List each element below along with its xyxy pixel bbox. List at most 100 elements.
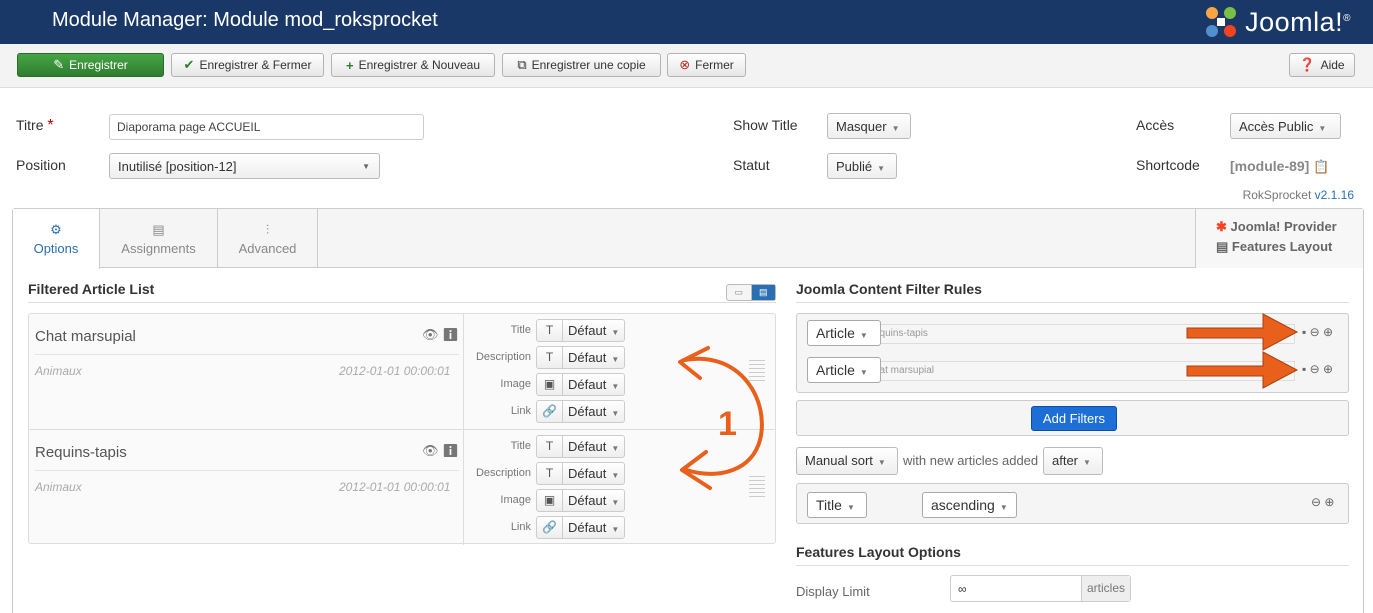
caret-icon: ▼: [846, 503, 855, 512]
close-button[interactable]: ⊗ Fermer: [667, 53, 746, 77]
description-display-select[interactable]: T Défaut ▼: [536, 462, 626, 485]
caret-icon: ▼: [859, 331, 868, 340]
filter-rules-heading: Joomla Content Filter Rules: [796, 281, 982, 297]
filter-row-actions: ▪ ⊖ ⊕: [1302, 325, 1333, 339]
access-select[interactable]: Accès Public ▼: [1230, 113, 1341, 139]
shortcode-label: Shortcode: [1136, 157, 1200, 173]
divider: [28, 302, 776, 303]
joomla-small-icon: ✱: [1216, 219, 1227, 234]
sort-select[interactable]: Manual sort ▼: [796, 447, 898, 475]
status-select[interactable]: Publié ▼: [827, 153, 897, 179]
save-new-button[interactable]: + Enregistrer & Nouveau: [331, 53, 495, 77]
caret-icon: ▼: [877, 164, 886, 173]
title-input[interactable]: Diaporama page ACCUEIL: [109, 114, 424, 140]
save-button[interactable]: ✎ Enregistrer: [17, 53, 164, 77]
info-icon[interactable]: ℹ: [442, 327, 459, 342]
article-list-heading: Filtered Article List: [28, 281, 155, 297]
prop-label: Description: [475, 351, 531, 363]
divider: [35, 354, 459, 355]
tab-advanced[interactable]: ⫶ Advanced: [218, 209, 318, 268]
add-filters-button[interactable]: Add Filters: [1031, 406, 1117, 431]
save-close-button[interactable]: ✔ Enregistrer & Fermer: [171, 53, 324, 77]
info-icon[interactable]: ℹ: [442, 443, 459, 458]
logo-text: Joomla!®: [1245, 6, 1351, 37]
add-icon[interactable]: ⊕: [1324, 495, 1334, 509]
remove-icon[interactable]: ⊖: [1311, 495, 1321, 509]
article-title: Requins-tapis: [35, 444, 127, 461]
remove-icon[interactable]: ⊖: [1310, 362, 1320, 376]
sort-text: with new articles added: [903, 453, 1039, 468]
prop-label: Title: [510, 324, 531, 336]
link-display-select[interactable]: 🔗 Défaut ▼: [536, 400, 626, 423]
image-display-select[interactable]: ▣ Défaut ▼: [536, 489, 626, 512]
list-item[interactable]: Chat marsupial 👁 ℹ Animaux 2012-01-01 00…: [29, 314, 775, 429]
help-button[interactable]: ❓ Aide: [1289, 53, 1355, 77]
tab-bar: ⚙ Options ▤ Assignments ⫶ Advanced ✱ Joomla…: [13, 209, 1363, 269]
tab-options[interactable]: ⚙ Options: [13, 209, 100, 269]
expanded-view-icon[interactable]: ▤: [751, 285, 775, 300]
list-item[interactable]: Requins-tapis 👁 ℹ Animaux 2012-01-01 00:…: [29, 430, 775, 545]
caret-icon: ▼: [877, 458, 886, 467]
order-direction-select[interactable]: ascending ▼: [922, 492, 1017, 518]
top-header: Module Manager: Module mod_roksprocket J…: [0, 0, 1373, 44]
article-list: Chat marsupial 👁 ℹ Animaux 2012-01-01 00…: [28, 313, 776, 545]
divider: [796, 565, 1349, 566]
show-title-select[interactable]: Masquer ▼: [827, 113, 911, 139]
caret-icon: ▼: [1318, 124, 1327, 133]
eye-icon[interactable]: 👁: [422, 443, 439, 458]
caret-icon: ▼: [999, 503, 1008, 512]
article-category: Animaux: [35, 364, 82, 378]
edit-icon: ✎: [53, 57, 65, 72]
filter-type-select[interactable]: Article ▼: [807, 320, 881, 346]
arrow-1-icon: [1186, 313, 1299, 351]
order-field-select[interactable]: Title ▼: [807, 492, 867, 518]
save-copy-button[interactable]: ⧉ Enregistrer une copie: [502, 53, 661, 77]
position-select[interactable]: Inutilisé [position-12] ▼: [109, 153, 380, 179]
position-label: Position: [16, 157, 66, 173]
arrowhead-top: [678, 346, 710, 380]
link-display-select[interactable]: 🔗 Défaut ▼: [536, 516, 626, 539]
remove-icon[interactable]: ⊖: [1310, 325, 1320, 339]
sort-rule-box: Title ▼ ascending ▼ ⊖ ⊕: [796, 483, 1349, 524]
prop-label: Link: [510, 405, 531, 417]
article-actions: 👁 ℹ: [422, 327, 459, 343]
prop-label: Description: [475, 467, 531, 479]
access-label: Accès: [1136, 117, 1175, 133]
show-title-label: Show Title: [733, 117, 798, 133]
plus-icon: +: [346, 57, 354, 73]
filter-type-select[interactable]: Article ▼: [807, 357, 881, 383]
clipboard-icon[interactable]: 📋: [1313, 159, 1329, 174]
copy-icon: ⧉: [517, 57, 527, 72]
title-display-select[interactable]: T Défaut ▼: [536, 319, 626, 342]
swap-annotation: 1: [678, 346, 764, 490]
provider-info[interactable]: ✱ Joomla! Provider ▤ Features Layout: [1195, 209, 1363, 268]
chevron-down-icon: ▼: [362, 162, 370, 171]
prop-label: Image: [500, 378, 531, 390]
gear-icon: ⚙: [50, 222, 62, 237]
check-icon: ✔: [183, 57, 195, 72]
add-icon[interactable]: ⊕: [1323, 325, 1333, 339]
image-icon: ▣: [537, 374, 563, 395]
link-icon: 🔗: [537, 517, 563, 538]
compact-view-icon[interactable]: ▭: [727, 285, 752, 300]
article-actions: 👁 ℹ: [422, 443, 459, 459]
prop-label: Title: [510, 440, 531, 452]
text-icon: T: [537, 436, 563, 457]
text-icon: T: [537, 320, 563, 341]
divider: [463, 314, 464, 429]
cancel-icon: ⊗: [679, 57, 691, 72]
image-display-select[interactable]: ▣ Défaut ▼: [536, 373, 626, 396]
divider: [463, 430, 464, 545]
add-icon[interactable]: ⊕: [1323, 362, 1333, 376]
view-toggle[interactable]: ▭ ▤: [726, 284, 776, 301]
caret-icon: ▼: [1083, 458, 1091, 467]
tab-assignments[interactable]: ▤ Assignments: [100, 209, 218, 268]
description-display-select[interactable]: T Défaut ▼: [536, 346, 626, 369]
display-limit-input[interactable]: ∞ articles: [950, 575, 1131, 602]
sort-position-select[interactable]: after ▼: [1043, 447, 1103, 475]
annotation-number: 1: [718, 405, 737, 443]
eye-icon[interactable]: 👁: [422, 327, 439, 342]
sliders-icon: ⫶: [265, 221, 270, 237]
layout-options-heading: Features Layout Options: [796, 544, 961, 560]
title-display-select[interactable]: T Défaut ▼: [536, 435, 626, 458]
